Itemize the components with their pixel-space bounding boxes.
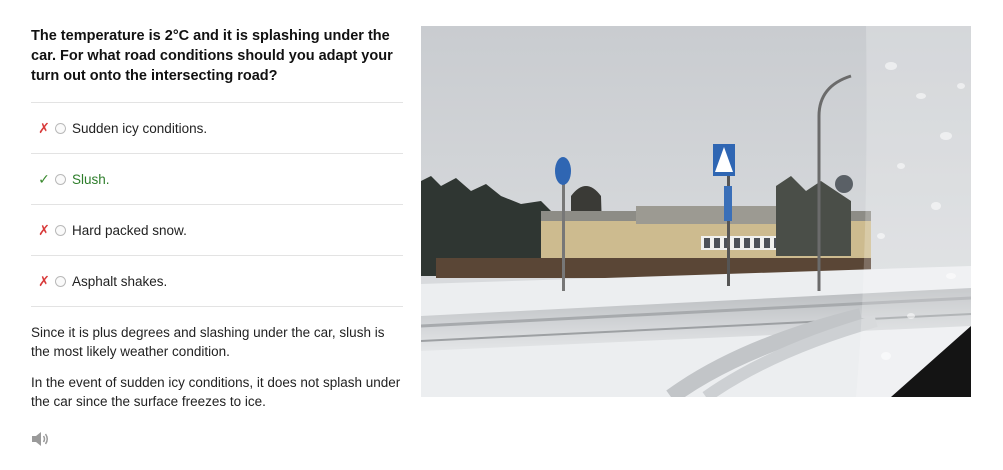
check-icon: ✓ [38, 170, 50, 187]
cross-icon: ✗ [38, 119, 50, 136]
answer-option[interactable]: ✓ Slush. [31, 154, 403, 205]
radio-button[interactable] [55, 275, 66, 287]
answer-options: ✗ Sudden icy conditions. ✓ Slush. ✗ Hard… [31, 102, 403, 307]
option-label: Slush. [72, 171, 110, 187]
option-label: Hard packed snow. [72, 222, 187, 238]
option-label: Asphalt shakes. [72, 273, 168, 289]
explanation-paragraph: In the event of sudden icy conditions, i… [31, 375, 401, 409]
question-text: The temperature is 2°C and it is splashi… [31, 28, 393, 84]
question-panel: The temperature is 2°C and it is splashi… [31, 26, 403, 423]
radio-button[interactable] [55, 224, 66, 236]
explanation-paragraph: Since it is plus degrees and slashing un… [31, 325, 385, 359]
cross-icon: ✗ [38, 221, 50, 238]
option-label: Sudden icy conditions. [72, 120, 208, 136]
cross-icon: ✗ [38, 272, 50, 289]
snowy-road-scene [421, 26, 971, 397]
answer-option[interactable]: ✗ Hard packed snow. [31, 205, 403, 256]
explanation: Since it is plus degrees and slashing un… [31, 323, 403, 411]
answer-option[interactable]: ✗ Sudden icy conditions. [31, 103, 403, 154]
answer-option[interactable]: ✗ Asphalt shakes. [31, 256, 403, 307]
radio-button[interactable] [55, 122, 66, 134]
radio-button[interactable] [55, 173, 66, 185]
road-photo [421, 26, 971, 397]
speaker-icon[interactable] [30, 430, 50, 448]
